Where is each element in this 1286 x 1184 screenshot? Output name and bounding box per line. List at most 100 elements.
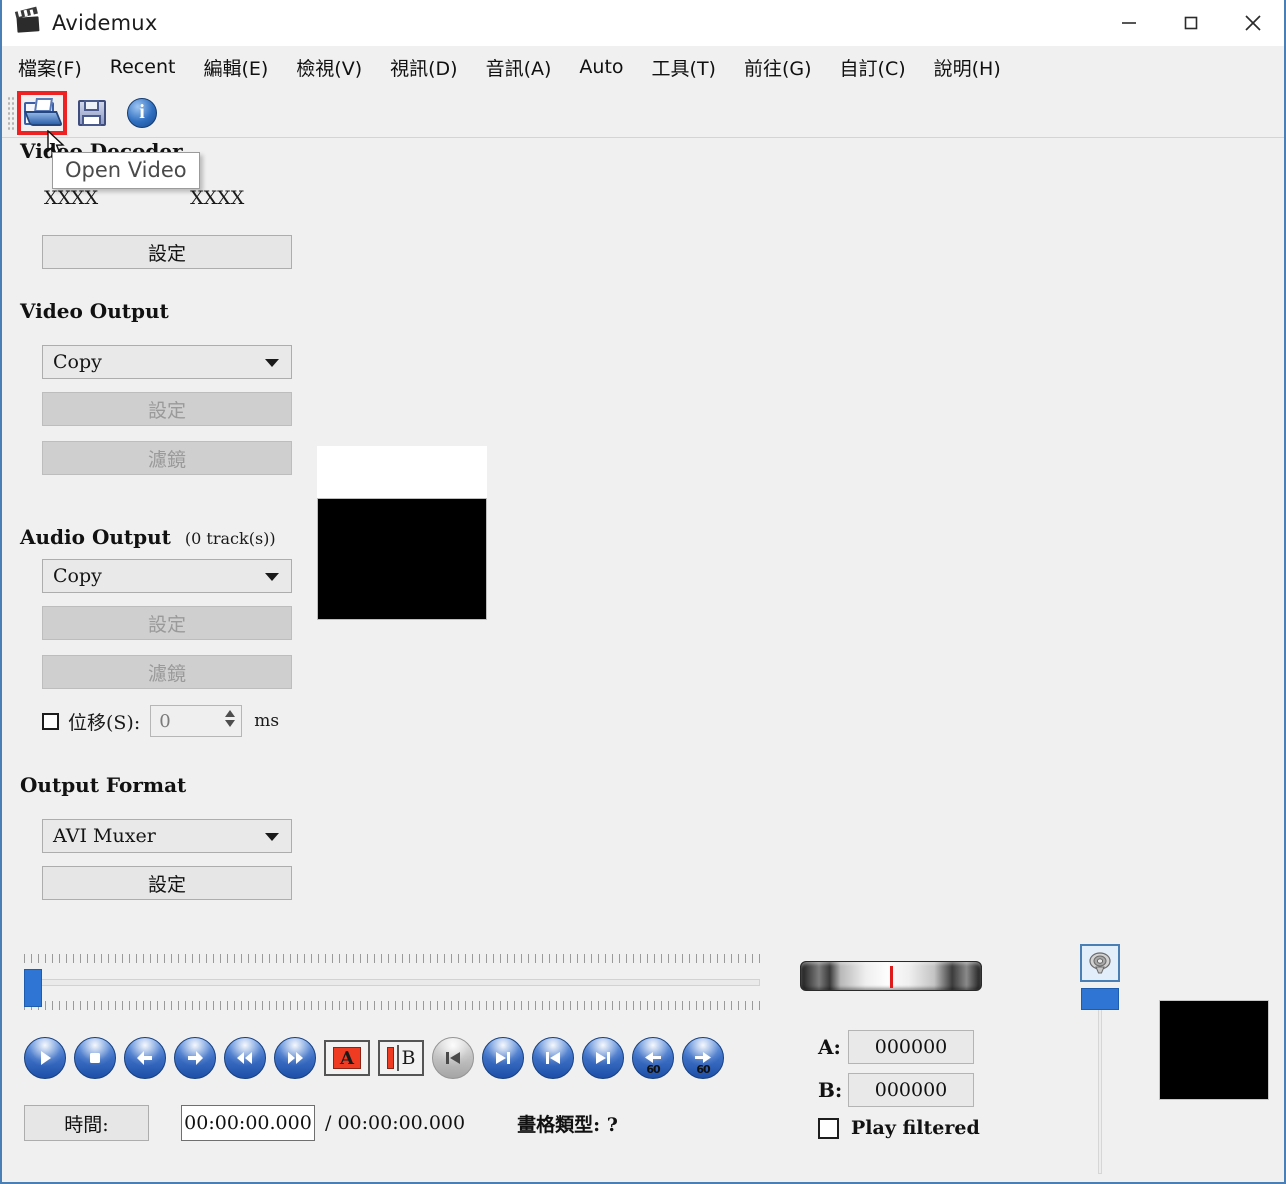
status-row: 時間: 00:00:00.000 / 00:00:00.000 畫格類型: ? <box>24 1105 618 1141</box>
marker-a-label: A: <box>818 1035 841 1059</box>
mark-b-label: B <box>401 1047 416 1069</box>
marker-b-label: B: <box>818 1078 843 1102</box>
close-button[interactable] <box>1222 0 1284 46</box>
mark-b-icon: B <box>386 1045 416 1071</box>
maximize-button[interactable] <box>1160 0 1222 46</box>
tooltip-open-video: Open Video <box>52 152 200 189</box>
forward-60-button[interactable]: 60 <box>682 1037 724 1079</box>
menu-tools[interactable]: 工具(T) <box>652 54 716 81</box>
marker-b-row: B: 000000 <box>818 1073 974 1107</box>
avidemux-window: Avidemux 檔案(F) Recent 編輯(E) 檢視(V) 視訊(D) … <box>0 0 1286 1184</box>
volume-groove <box>1098 988 1102 1174</box>
mark-a-button[interactable]: A <box>324 1040 370 1076</box>
timeline-handle[interactable] <box>24 969 42 1007</box>
audio-output-configure-button[interactable]: 設定 <box>42 606 292 640</box>
menu-edit[interactable]: 編輯(E) <box>203 54 268 81</box>
open-video-button[interactable] <box>17 90 67 135</box>
menu-custom[interactable]: 自訂(C) <box>840 54 906 81</box>
chevron-down-icon <box>265 573 279 581</box>
save-floppy-icon <box>76 98 108 128</box>
time-button[interactable]: 時間: <box>24 1105 149 1141</box>
timeline-ruler-top <box>24 952 760 964</box>
marker-b-field[interactable]: 000000 <box>848 1073 974 1107</box>
video-preview-canvas[interactable] <box>317 498 487 620</box>
toolbar-grip[interactable] <box>7 95 15 130</box>
menu-video[interactable]: 視訊(D) <box>390 54 457 81</box>
menu-view[interactable]: 檢視(V) <box>296 54 362 81</box>
total-time-label: / 00:00:00.000 <box>325 1112 466 1134</box>
video-decoder-configure-button[interactable]: 設定 <box>42 235 292 269</box>
configuration-panel: Video Decoder XXXX XXXX 設定 Video Output … <box>2 139 312 900</box>
video-output-title: Video Output <box>20 299 169 323</box>
spinner-arrows[interactable] <box>225 710 236 727</box>
timeline-ruler-bottom <box>24 1000 760 1012</box>
previous-frame-button[interactable] <box>124 1037 166 1079</box>
open-folder-icon <box>23 97 64 128</box>
audio-output-codec-select[interactable]: Copy <box>42 559 292 593</box>
start-button[interactable] <box>532 1037 574 1079</box>
video-output-configure-button[interactable]: 設定 <box>42 392 292 426</box>
play-filtered-label: Play filtered <box>851 1117 980 1139</box>
next-keyframe-button[interactable] <box>482 1037 524 1079</box>
chevron-down-icon <box>265 359 279 367</box>
menu-recent[interactable]: Recent <box>110 56 176 78</box>
output-format-value: AVI Muxer <box>53 825 156 847</box>
current-time-input[interactable]: 00:00:00.000 <box>181 1105 315 1141</box>
save-video-button[interactable] <box>69 93 115 133</box>
timeline-slider[interactable] <box>24 967 760 1007</box>
video-output-codec-select[interactable]: Copy <box>42 345 292 379</box>
timeline <box>24 952 760 1012</box>
back-60-label: 60 <box>646 1063 660 1076</box>
stop-button[interactable] <box>74 1037 116 1079</box>
video-output-codec-value: Copy <box>53 351 102 373</box>
play-filtered-row[interactable]: Play filtered <box>818 1117 980 1139</box>
mark-b-button[interactable]: B <box>378 1040 424 1076</box>
video-output-filters-button[interactable]: 濾鏡 <box>42 441 292 475</box>
audio-meter-preview <box>1159 1000 1269 1100</box>
marker-a-row: A: 000000 <box>818 1030 974 1064</box>
audio-output-codec-value: Copy <box>53 565 102 587</box>
audio-output-filters-button[interactable]: 濾鏡 <box>42 655 292 689</box>
audio-shift-input[interactable]: 0 <box>150 705 243 737</box>
output-format-select[interactable]: AVI Muxer <box>42 819 292 853</box>
output-format-title: Output Format <box>20 773 187 797</box>
clapperboard-icon <box>16 10 42 36</box>
codec-right-value: XXXX <box>190 187 245 209</box>
video-preview-blank-area <box>317 446 487 498</box>
jog-shuttle-wheel[interactable] <box>800 961 982 991</box>
codec-info-row: XXXX XXXX <box>44 187 312 209</box>
output-format-configure-button[interactable]: 設定 <box>42 866 292 900</box>
menu-go[interactable]: 前往(G) <box>744 54 812 81</box>
chevron-down-icon <box>265 833 279 841</box>
codec-left-value: XXXX <box>44 187 99 209</box>
play-button[interactable] <box>24 1037 66 1079</box>
audio-track-count: (0 track(s)) <box>184 529 276 548</box>
previous-keyframe-button[interactable] <box>432 1037 474 1079</box>
minimize-button[interactable] <box>1098 0 1160 46</box>
menu-bar: 檔案(F) Recent 編輯(E) 檢視(V) 視訊(D) 音訊(A) Aut… <box>2 46 1284 88</box>
info-button[interactable]: i <box>119 93 165 133</box>
menu-help[interactable]: 說明(H) <box>934 54 1001 81</box>
mark-a-label: A <box>333 1047 361 1069</box>
volume-slider[interactable] <box>1081 988 1119 1174</box>
tool-bar: i <box>2 88 1284 138</box>
rewind-button[interactable] <box>224 1037 266 1079</box>
play-filtered-checkbox[interactable] <box>818 1117 839 1139</box>
next-frame-button[interactable] <box>174 1037 216 1079</box>
playback-controls: A B 60 60 <box>24 1037 724 1079</box>
menu-auto[interactable]: Auto <box>579 56 623 78</box>
audio-shift-row: 位移(S): 0 ms <box>42 705 312 737</box>
end-button[interactable] <box>582 1037 624 1079</box>
info-icon: i <box>127 97 157 128</box>
speaker-icon <box>1089 952 1111 974</box>
volume-handle[interactable] <box>1081 988 1119 1010</box>
audio-output-header: Audio Output (0 track(s)) <box>20 525 312 549</box>
marker-a-field[interactable]: 000000 <box>848 1030 974 1064</box>
audio-shift-unit: ms <box>254 711 280 731</box>
back-60-button[interactable]: 60 <box>632 1037 674 1079</box>
volume-button[interactable] <box>1080 944 1120 982</box>
menu-file[interactable]: 檔案(F) <box>18 54 82 81</box>
forward-button[interactable] <box>274 1037 316 1079</box>
menu-audio[interactable]: 音訊(A) <box>486 54 552 81</box>
audio-shift-checkbox[interactable] <box>42 712 59 730</box>
